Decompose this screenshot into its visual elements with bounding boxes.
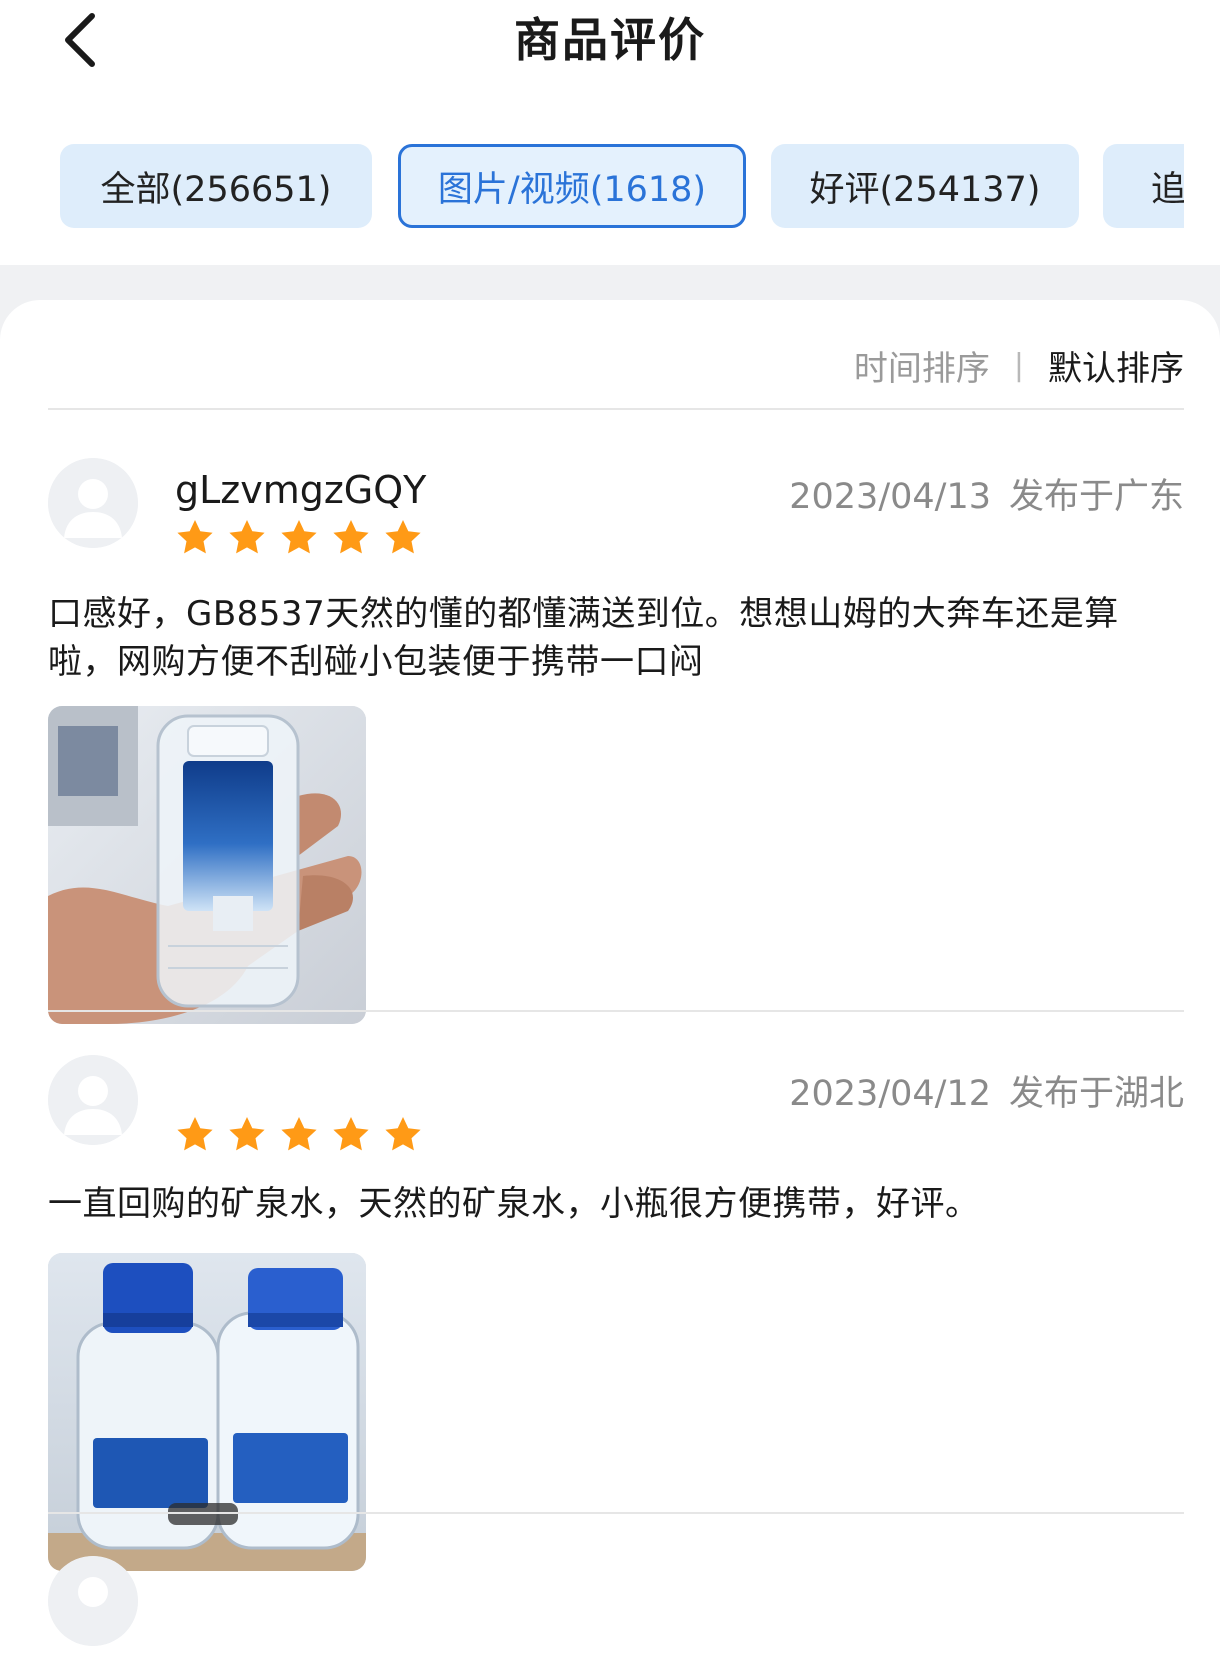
page-title: 商品评价 [514, 13, 706, 67]
review-photo[interactable] [48, 706, 366, 1024]
divider [48, 408, 1184, 410]
sort-by-time[interactable]: 时间排序 [854, 341, 990, 390]
sort-bar: 时间排序 | 默认排序 [854, 340, 1184, 390]
filter-tab-media[interactable]: 图片/视频(1618) [398, 144, 746, 228]
star-icon [333, 520, 369, 554]
bottle-in-hand-photo [48, 706, 366, 1024]
filter-tab-positive[interactable]: 好评(254137) [771, 144, 1079, 228]
review-list-card: 时间排序 | 默认排序 gLzvmgzGQY 2023/04/13 发布于广东 [0, 300, 1220, 1671]
star-icon [385, 1117, 421, 1151]
star-icon [385, 520, 421, 554]
filter-tab-followup[interactable]: 追 [1103, 144, 1184, 228]
review-text: 口感好，GB8537天然的懂的都懂满送到位。想想山姆的大奔车还是算啦，网购方便不… [48, 594, 1119, 682]
user-avatar-icon [48, 1556, 138, 1646]
star-icon [229, 1117, 265, 1151]
review-page: 商品评价 全部(256651) 图片/视频(1618) 好评(254137) 追… [0, 0, 1220, 1671]
review-text: 一直回购的矿泉水，天然的矿泉水，小瓶很方便携带，好评。 [48, 1184, 980, 1224]
filter-tabs: 全部(256651) 图片/视频(1618) 好评(254137) 追 [60, 144, 1184, 230]
star-rating [175, 1115, 423, 1155]
divider [48, 1010, 1184, 1012]
sort-by-default[interactable]: 默认排序 [1048, 341, 1184, 390]
star-icon [281, 1117, 317, 1151]
bottles-photo [48, 1253, 366, 1571]
review-location: 发布于广东 [1008, 477, 1184, 517]
review-date: 2023/04/12 [789, 1074, 991, 1114]
star-icon [229, 520, 265, 554]
review-meta: 2023/04/12 发布于湖北 [789, 1065, 1184, 1116]
review-item: 2023/04/12 发布于湖北 一直回购的矿泉水，天然的矿泉水，小瓶很方便携带，… [48, 1055, 1184, 1605]
top-bar: 商品评价 [0, 0, 1220, 110]
review-meta: 2023/04/13 发布于广东 [789, 468, 1184, 519]
divider [48, 1512, 1184, 1514]
filter-tab-all[interactable]: 全部(256651) [60, 144, 372, 228]
star-icon [281, 520, 317, 554]
user-avatar-icon [48, 458, 138, 548]
avatar[interactable] [48, 458, 138, 548]
username: gLzvmgzGQY [175, 468, 427, 512]
review-date: 2023/04/13 [789, 477, 991, 517]
avatar[interactable] [48, 1556, 138, 1646]
review-item: gLzvmgzGQY 2023/04/13 发布于广东 口感好，GB8537天然的… [48, 458, 1184, 1024]
star-icon [333, 1117, 369, 1151]
user-avatar-icon [48, 1055, 138, 1145]
review-location: 发布于湖北 [1008, 1074, 1184, 1114]
star-icon [177, 520, 213, 554]
avatar[interactable] [48, 1055, 138, 1145]
review-photo[interactable] [48, 1253, 366, 1571]
filter-bar: 全部(256651) 图片/视频(1618) 好评(254137) 追 [0, 110, 1220, 265]
sort-separator: | [1013, 347, 1024, 383]
star-icon [177, 1117, 213, 1151]
star-rating [175, 518, 423, 558]
